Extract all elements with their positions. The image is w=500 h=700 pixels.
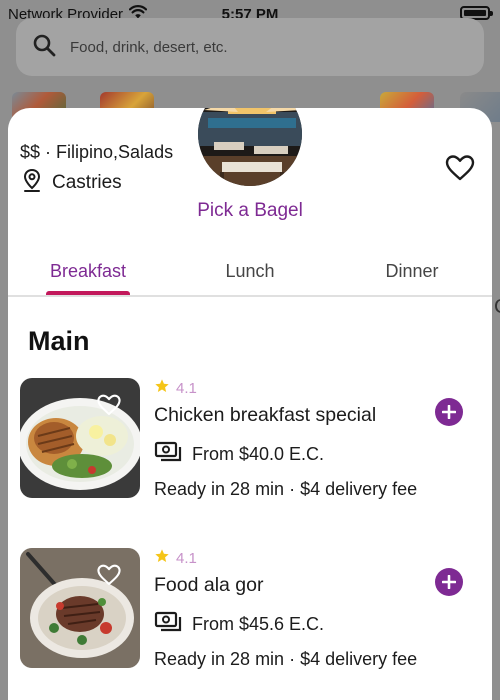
price-label: From $45.6 E.C. bbox=[192, 614, 325, 634]
plus-circle-icon bbox=[442, 575, 456, 589]
add-to-cart-button[interactable] bbox=[435, 568, 463, 596]
restaurant-name: Pick a Bagel bbox=[197, 200, 303, 221]
cash-icon bbox=[154, 440, 184, 469]
location-pin-icon bbox=[22, 168, 42, 198]
background-peek-glyph: C bbox=[494, 296, 500, 319]
favorite-item-button[interactable] bbox=[96, 392, 122, 418]
price-label: From $40.0 E.C. bbox=[192, 444, 325, 464]
search-bar[interactable] bbox=[16, 18, 484, 76]
menu-item-image bbox=[20, 548, 140, 668]
favorite-item-button[interactable] bbox=[96, 562, 122, 588]
menu-item[interactable]: 4.1 Food ala gor From $45.6 E.C. Ready i… bbox=[20, 548, 480, 700]
tab-dinner[interactable]: Dinner bbox=[332, 246, 492, 296]
restaurant-meta: $$ · Filipino,Salads bbox=[20, 142, 174, 162]
item-price: From $45.6 E.C. bbox=[154, 610, 324, 639]
heart-outline-icon bbox=[445, 155, 475, 181]
restaurant-sheet: $$ · Filipino,Salads Castries Pick a Bag… bbox=[8, 108, 492, 700]
tabs-divider bbox=[8, 295, 492, 297]
star-icon bbox=[154, 548, 170, 568]
section-title: Main bbox=[28, 326, 90, 356]
heart-outline-icon bbox=[97, 394, 121, 415]
menu-item[interactable]: 4.1 Chicken breakfast special From $40.0… bbox=[20, 378, 480, 538]
item-rating: 4.1 bbox=[154, 548, 197, 568]
tab-lunch[interactable]: Lunch bbox=[170, 246, 330, 296]
favorite-restaurant-button[interactable] bbox=[444, 152, 476, 184]
item-name: Food ala gor bbox=[154, 574, 264, 596]
plus-circle-icon bbox=[442, 405, 456, 419]
rating-value: 4.1 bbox=[176, 379, 197, 397]
search-input[interactable] bbox=[70, 38, 450, 56]
heart-outline-icon bbox=[97, 564, 121, 585]
rating-value: 4.1 bbox=[176, 549, 197, 567]
tab-breakfast[interactable]: Breakfast bbox=[8, 246, 168, 296]
search-icon bbox=[32, 33, 56, 62]
star-icon bbox=[154, 378, 170, 398]
item-price: From $40.0 E.C. bbox=[154, 440, 324, 469]
add-to-cart-button[interactable] bbox=[435, 398, 463, 426]
item-name: Chicken breakfast special bbox=[154, 404, 377, 426]
meal-tabs: Breakfast Lunch Dinner bbox=[8, 246, 492, 298]
menu-item-image bbox=[20, 378, 140, 498]
delivery-info: Ready in 28 min · $4 delivery fee bbox=[154, 649, 418, 669]
item-rating: 4.1 bbox=[154, 378, 197, 398]
delivery-info: Ready in 28 min · $4 delivery fee bbox=[154, 479, 418, 499]
restaurant-location: Castries bbox=[22, 168, 122, 198]
cash-icon bbox=[154, 610, 184, 639]
location-label: Castries bbox=[52, 172, 122, 193]
restaurant-photo bbox=[196, 108, 304, 188]
